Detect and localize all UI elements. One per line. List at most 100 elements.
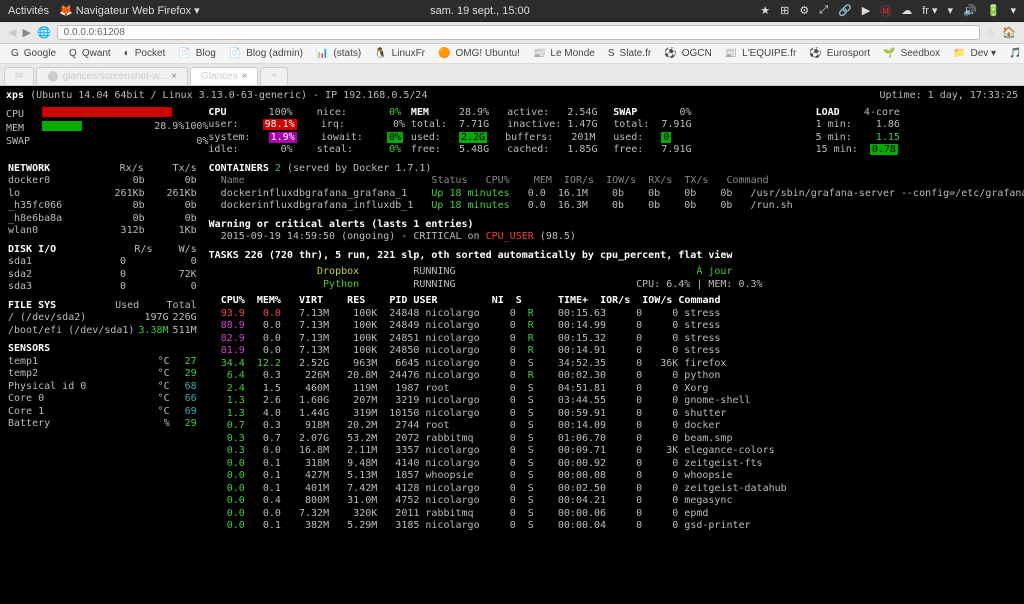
close-icon[interactable]: × (242, 71, 248, 82)
cpu-bar (42, 107, 172, 117)
bookmark[interactable]: 🎵 MusicBox (1006, 48, 1024, 59)
process-row: 6.4 0.3 226M 20.8M 24476 nicolargo 0 R 0… (209, 370, 1024, 383)
bookmark[interactable]: 🌱 Seedbox (880, 48, 946, 59)
table-row: Battery%29 (6, 418, 199, 431)
process-row: 0.0 0.0 7.32M 320K 2011 rabbitmq 0 S 00:… (209, 508, 1024, 521)
uptime: Uptime: 1 day, 17:33:25 (880, 90, 1018, 103)
bookmark[interactable]: 📰 Le Monde (530, 48, 601, 59)
process-row: 1.3 4.0 1.44G 319M 10150 nicolargo 0 S 0… (209, 408, 1024, 421)
indicator-icon[interactable]: ☁ (901, 4, 912, 17)
mem-bar (42, 121, 82, 131)
url-input[interactable]: 0.0.0.0:61208 (57, 25, 981, 40)
battery-icon[interactable]: 🔋 (987, 4, 1001, 17)
bookmarks-bar: G Google Q Qwant ◐ Pocket 📄 Blog 📄 Blog … (0, 44, 1024, 64)
swap-pct: 0% (196, 136, 208, 149)
process-row: 0.7 0.3 918M 20.2M 2744 root 0 S 00:14.0… (209, 420, 1024, 433)
browser-toolbar: ◀ ▶ 🌐 0.0.0.0:61208 ☆ 🏠 (0, 22, 1024, 44)
mem-pct: 28.9% (154, 121, 184, 134)
wifi-icon[interactable]: ▾ (948, 4, 954, 17)
containers-title: CONTAINERS (209, 163, 269, 174)
bookmark[interactable]: 📁 Dev ▾ (950, 48, 1002, 59)
bookmark[interactable]: ◐ Pocket (121, 48, 172, 59)
bookmark[interactable]: S Slate.fr (605, 48, 657, 59)
panel-clock[interactable]: sam. 19 sept., 15:00 (430, 5, 530, 17)
sensors-table: SENSORS (6, 343, 199, 356)
process-row: 81.9 0.0 7.13M 100K 24850 nicolargo 0 R … (209, 345, 1024, 358)
indicator-icon[interactable]: ★ (760, 4, 770, 17)
forward-button[interactable]: ▶ (22, 26, 30, 39)
tab-gmail[interactable]: ✉ (4, 67, 34, 85)
table-row: temp2°C29 (6, 368, 199, 381)
hostname: xps (6, 90, 24, 101)
tab-github[interactable]: ⬤ glances/screenshot-w... × (36, 67, 188, 85)
process-row: 2.4 1.5 460M 119M 1987 root 0 S 04:51.81… (209, 383, 1024, 396)
table-row: Core 1°C69 (6, 406, 199, 419)
bookmark[interactable]: ⚽ Eurosport (806, 48, 876, 59)
process-row: 88.9 0.0 7.13M 100K 24849 nicolargo 0 R … (209, 320, 1024, 333)
tab-strip: ✉ ⬤ glances/screenshot-w... × Glances × … (0, 64, 1024, 86)
bookmark[interactable]: 📊 (stats) (313, 48, 367, 59)
table-row: temp1°C27 (6, 356, 199, 369)
new-tab-button[interactable]: + (260, 67, 288, 85)
home-icon[interactable]: 🏠 (1002, 26, 1016, 39)
table-row: / (/dev/sda2)197G226G (6, 312, 199, 325)
back-button[interactable]: ◀ (8, 26, 16, 39)
alerts-title: Warning or critical alerts (lasts 1 entr… (209, 219, 474, 230)
close-icon[interactable]: × (171, 71, 177, 82)
table-row: _h35fc0660b0b (6, 200, 199, 213)
bookmark[interactable]: 📄 Blog (175, 48, 221, 59)
mem-section: MEM (411, 107, 429, 118)
table-row: sda2072K (6, 269, 199, 282)
bookmark[interactable]: 📰 L'EQUIPE.fr (722, 48, 803, 59)
process-row: 34.4 12.2 2.52G 963M 6645 nicolargo 0 S … (209, 358, 1024, 371)
cpu-user: 98.1% (263, 119, 297, 130)
diskio-table: DISK I/OR/sW/s (6, 244, 199, 257)
glances-web: xps (Ubuntu 14.04 64bit / Linux 3.13.0-6… (0, 86, 1024, 604)
table-row: Core 0°C66 (6, 393, 199, 406)
process-row: 93.9 0.0 7.13M 100K 24848 nicolargo 0 R … (209, 308, 1024, 321)
table-row: /boot/efi (/dev/sda1)3.38M511M (6, 325, 199, 338)
bookmark[interactable]: Q Qwant (66, 48, 117, 59)
process-row: 0.0 0.1 318M 9.48M 4140 nicolargo 0 S 00… (209, 458, 1024, 471)
volume-icon[interactable]: 🔊 (963, 4, 977, 17)
os-info: (Ubuntu 14.04 64bit / Linux 3.13.0-63-ge… (30, 90, 307, 101)
globe-icon: 🌐 (37, 26, 51, 39)
swap-section: SWAP (613, 107, 637, 118)
bookmark[interactable]: ⚽ OGCN (661, 48, 717, 59)
process-row: 0.3 0.0 16.8M 2.11M 3357 nicolargo 0 S 0… (209, 445, 1024, 458)
indicator-icon[interactable]: ⤢ (819, 4, 828, 17)
tasks-summary: TASKS 226 (720 thr), 5 run, 221 slp, oth… (209, 250, 1024, 263)
cpu-pct: 100% (184, 121, 208, 134)
ip-info: IP 192.168.0.5/24 (325, 90, 427, 101)
indicator-icon[interactable]: ▶ (862, 4, 870, 17)
mem-label: MEM (6, 123, 24, 134)
system-menu-icon[interactable]: ▾ (1010, 4, 1016, 17)
table-row: docker00b0b (6, 175, 199, 188)
cpu-sys: 1.9% (269, 132, 297, 143)
indicator-icon[interactable]: 🔗 (838, 4, 852, 17)
table-row: _h8e6ba8a0b0b (6, 213, 199, 226)
process-row: 82.9 0.0 7.13M 100K 24851 nicolargo 0 R … (209, 333, 1024, 346)
cpu-label: CPU (6, 109, 24, 120)
indicator-icon[interactable]: Ⓜ (880, 3, 891, 19)
process-row: 0.0 0.1 382M 5.29M 3185 nicolargo 0 S 00… (209, 520, 1024, 533)
load-section: LOAD (816, 107, 840, 118)
process-row: 0.0 0.1 401M 7.42M 4128 nicolargo 0 S 00… (209, 483, 1024, 496)
indicator-icon[interactable]: ⚙ (799, 4, 809, 17)
bookmark[interactable]: 📄 Blog (admin) (226, 48, 309, 59)
table-row: sda100 (6, 256, 199, 269)
swap-label: SWAP (6, 136, 30, 147)
star-icon[interactable]: ☆ (986, 26, 996, 39)
bookmark[interactable]: 🐧 LinuxFr (371, 48, 431, 59)
bookmark[interactable]: G Google (8, 48, 62, 59)
lang-indicator[interactable]: fr ▾ (922, 4, 937, 17)
table-row: wlan0312b1Kb (6, 225, 199, 238)
tab-glances[interactable]: Glances × (190, 67, 259, 85)
cpu-section: CPU (208, 107, 226, 118)
bookmark[interactable]: 🟠 OMG! Ubuntu! (435, 48, 526, 59)
activities-button[interactable]: Activités (8, 5, 49, 17)
container-row: dockerinfluxdbgrafana_grafana_1 Up 18 mi… (209, 188, 1024, 201)
app-menu[interactable]: 🦊 Navigateur Web Firefox ▾ (59, 4, 200, 17)
table-row: Physical id 0°C68 (6, 381, 199, 394)
indicator-icon[interactable]: ⊞ (780, 4, 789, 17)
